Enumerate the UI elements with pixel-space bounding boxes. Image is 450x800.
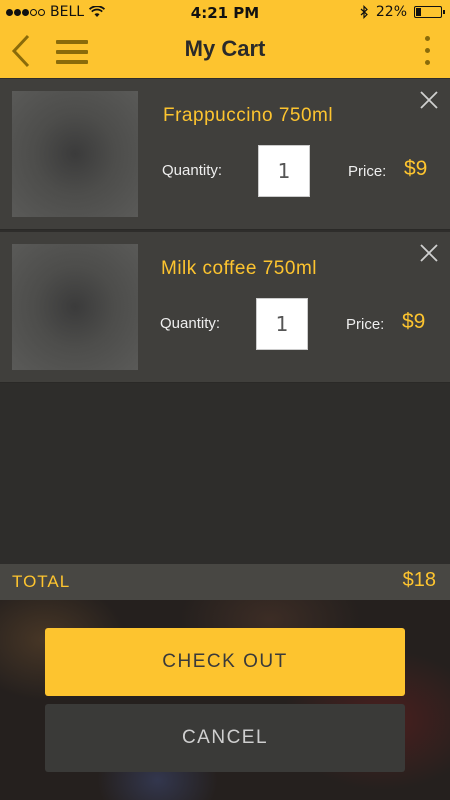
cart-item: Frappuccino 750ml Quantity: 1 Price: $9 [0, 79, 450, 230]
remove-item-button[interactable] [418, 242, 440, 264]
product-image [12, 91, 138, 217]
battery-icon [414, 6, 445, 18]
total-bar: TOTAL $18 [0, 564, 450, 600]
remove-item-button[interactable] [418, 89, 440, 111]
battery-percent: 22% [375, 4, 407, 20]
price-value: $9 [402, 310, 426, 333]
cart-item: Milk coffee 750ml Quantity: 1 Price: $9 [0, 232, 450, 383]
quantity-label: Quantity: [160, 315, 221, 332]
quantity-input[interactable]: 1 [258, 145, 310, 197]
product-name: Milk coffee 750ml [161, 258, 317, 279]
product-image [12, 244, 138, 370]
price-value: $9 [404, 157, 428, 180]
checkout-button[interactable]: CHECK OUT [45, 628, 405, 696]
quantity-label: Quantity: [162, 162, 223, 179]
price-label: Price: [348, 163, 387, 180]
close-icon [420, 91, 438, 109]
page-title: My Cart [184, 36, 266, 61]
bluetooth-icon [360, 5, 368, 19]
nav-bar: My Cart [0, 26, 450, 78]
more-vertical-icon[interactable] [422, 32, 432, 68]
total-label: TOTAL [12, 572, 71, 591]
total-amount: $18 [402, 569, 436, 591]
cancel-button[interactable]: CANCEL [45, 704, 405, 772]
status-bar: BELL 4:21 PM 22% [0, 0, 450, 26]
price-label: Price: [346, 316, 385, 333]
quantity-input[interactable]: 1 [256, 298, 308, 350]
close-icon [420, 244, 438, 262]
product-name: Frappuccino 750ml [163, 105, 334, 126]
button-area: CHECK OUT CANCEL [0, 600, 450, 800]
header: BELL 4:21 PM 22% My Cart [0, 0, 450, 78]
